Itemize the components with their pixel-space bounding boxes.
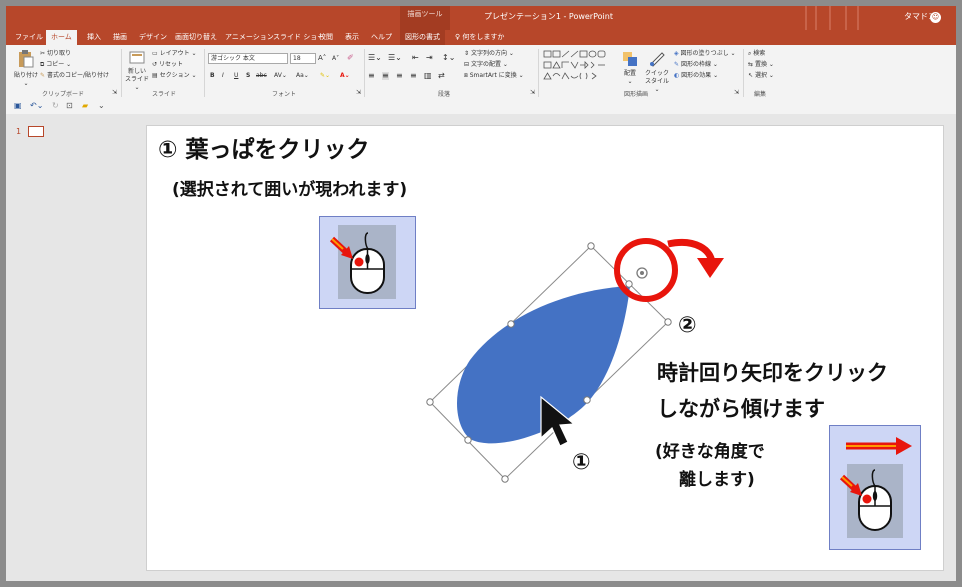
mouse-click-illustration — [319, 216, 416, 309]
cursor-step-number: ① — [572, 450, 591, 475]
resize-handle[interactable] — [625, 280, 633, 288]
resize-handle[interactable] — [664, 318, 672, 326]
slide-graphics — [426, 238, 724, 483]
drag-mouse-illustration — [829, 425, 921, 550]
step2-instruction-line2: しながら傾けます — [657, 397, 825, 421]
step2-number: ② — [678, 313, 697, 338]
arrow-head — [697, 258, 724, 278]
resize-handle[interactable] — [426, 398, 434, 406]
step2-note-line2: 離します) — [679, 470, 755, 490]
step1-subtitle: (選択されて囲いが現われます) — [172, 180, 408, 200]
rotate-handle-icon[interactable] — [636, 267, 648, 279]
left-click-mouse-icon — [329, 232, 385, 294]
resize-handle[interactable] — [501, 475, 509, 483]
resize-handle[interactable] — [587, 242, 595, 250]
resize-handle[interactable] — [464, 436, 472, 444]
step2-note-line1: (好きな角度で — [655, 442, 765, 462]
step2-instruction-line1: 時計回り矢印をクリック — [657, 361, 888, 385]
drag-mouse-icon — [839, 437, 912, 531]
resize-handle[interactable] — [583, 396, 591, 404]
step1-title: ① 葉っぱをクリック — [158, 137, 370, 163]
resize-handle[interactable] — [507, 320, 515, 328]
